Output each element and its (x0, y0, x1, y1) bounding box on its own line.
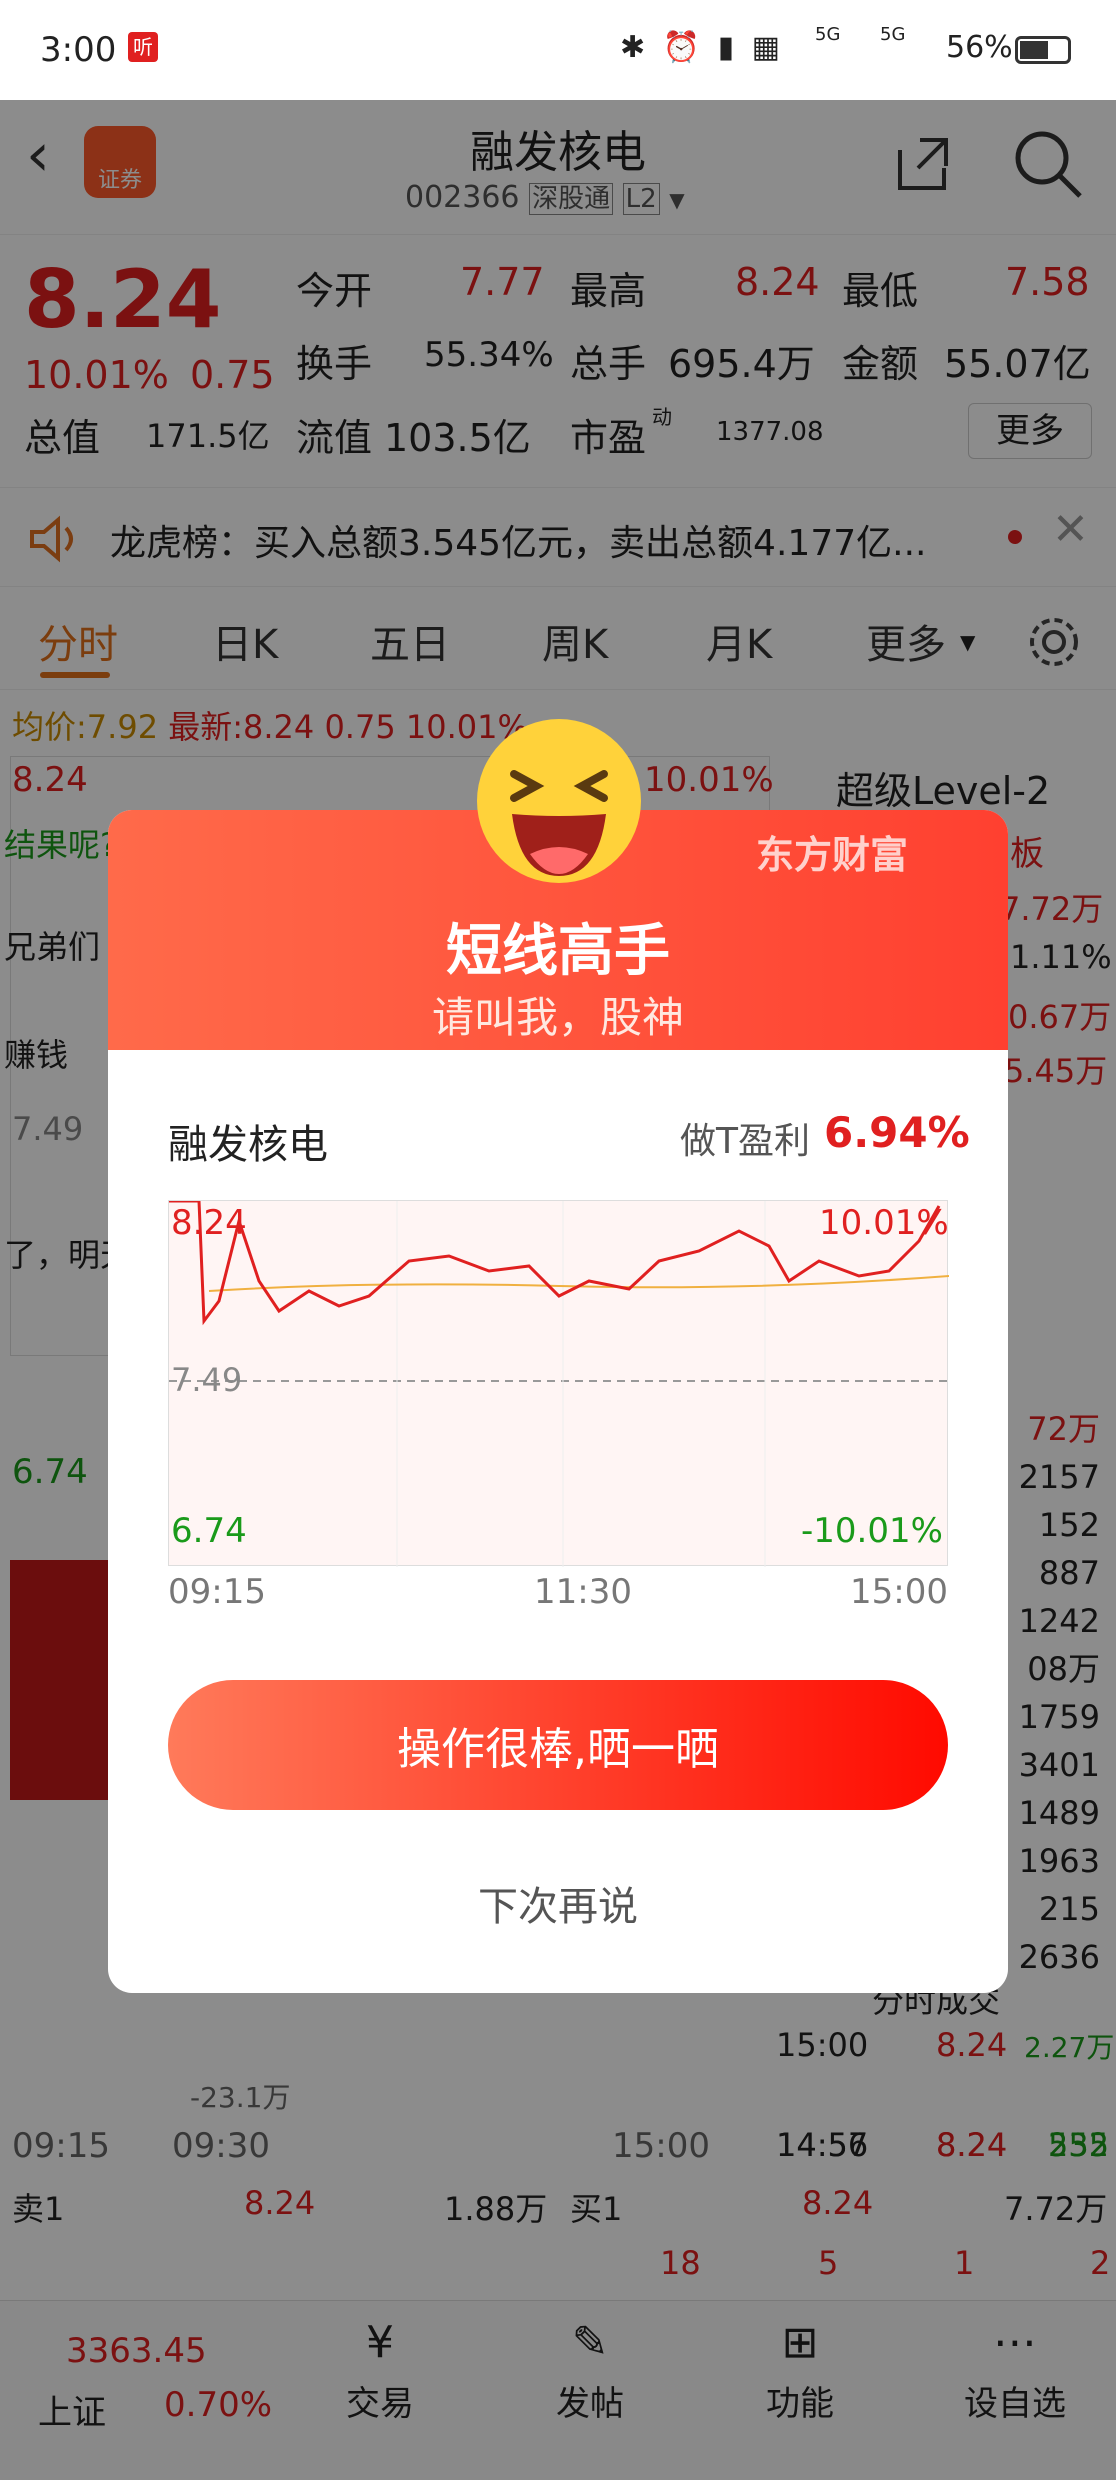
mini-low-price: 6.74 (171, 1511, 247, 1551)
battery-percent: 56% (946, 30, 1013, 65)
mini-top-price: 8.24 (171, 1203, 247, 1243)
mini-time-start: 09:15 (168, 1572, 266, 1612)
brand-watermark: 东方财富 (756, 833, 909, 877)
mini-time-end: 15:00 (850, 1572, 948, 1612)
profit-label: 做T盈利 (680, 1121, 810, 1162)
status-time: 3:00 (40, 30, 117, 70)
mini-low-pct: -10.01% (801, 1511, 943, 1551)
dialog-title: 短线高手 (446, 919, 670, 984)
mini-chart: 8.24 10.01% 7.49 6.74 -10.01% (168, 1200, 949, 1567)
status-icons: ✱ ⏰ ▮ ▦ (620, 30, 784, 65)
later-button[interactable]: 下次再说 (108, 1874, 1008, 1932)
dialog-stock-name: 融发核电 (168, 1122, 328, 1168)
network-5g-1: 5G (815, 24, 841, 45)
profit-value: 6.94% (824, 1108, 970, 1157)
mini-mid-price: 7.49 (171, 1361, 243, 1399)
status-bar: 3:00 听 ✱ ⏰ ▮ ▦ 5G 5G 56% (0, 0, 1116, 100)
battery-icon (1015, 36, 1071, 64)
mini-time-mid: 11:30 (534, 1572, 632, 1612)
network-5g-2: 5G (880, 24, 906, 45)
share-button[interactable]: 操作很棒,晒一晒 (168, 1680, 948, 1810)
achievement-dialog: 东方财富 短线高手 请叫我，股神 融发核电 做T盈利 6.94% 8.24 10… (108, 810, 1008, 1993)
dialog-subtitle: 请叫我，股神 (431, 993, 684, 1042)
mini-top-pct: 10.01% (819, 1203, 949, 1243)
app-badge-icon: 听 (128, 32, 158, 62)
laughing-face-icon (477, 719, 641, 883)
